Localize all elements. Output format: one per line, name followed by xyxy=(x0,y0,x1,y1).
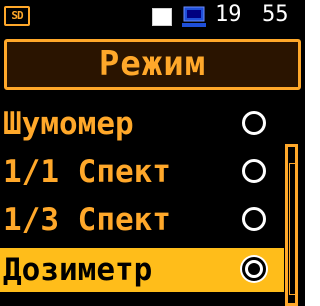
radio-button-icon[interactable] xyxy=(242,207,266,231)
clock-minutes: 55 xyxy=(262,2,289,27)
scrollbar[interactable] xyxy=(285,144,298,306)
menu-item-sound-level-meter[interactable]: Шумомер xyxy=(0,102,284,146)
clock-hours: 19 xyxy=(215,2,242,27)
menu-item-label: Шумомер xyxy=(3,106,134,142)
radio-dot-icon xyxy=(248,263,260,275)
sd-card-label: SD xyxy=(11,9,23,22)
menu-item-label: 1/1 Спект xyxy=(3,154,171,190)
menu-item-octave-spectrum[interactable]: 1/1 Спект xyxy=(0,150,284,194)
menu-item-label: 1/3 Спект xyxy=(3,202,171,238)
radio-button-icon[interactable] xyxy=(242,159,266,183)
radio-button-selected-icon[interactable] xyxy=(242,257,266,281)
menu-item-label: Дозиметр xyxy=(3,252,153,288)
sd-card-icon: SD xyxy=(4,6,30,26)
scrollbar-thumb[interactable] xyxy=(289,163,296,295)
menu-item-dosimeter[interactable]: Дозиметр xyxy=(0,248,284,292)
battery-icon xyxy=(152,8,172,26)
computer-connection-icon xyxy=(182,6,206,27)
device-screen: SD 19 55 Режим Шумомер 1/1 Спект 1/3 Спе… xyxy=(0,0,305,306)
menu-item-third-octave-spectrum[interactable]: 1/3 Спект xyxy=(0,198,284,242)
page-title: Режим xyxy=(98,44,207,84)
radio-button-icon[interactable] xyxy=(242,111,266,135)
title-bar: Режим xyxy=(4,39,301,90)
